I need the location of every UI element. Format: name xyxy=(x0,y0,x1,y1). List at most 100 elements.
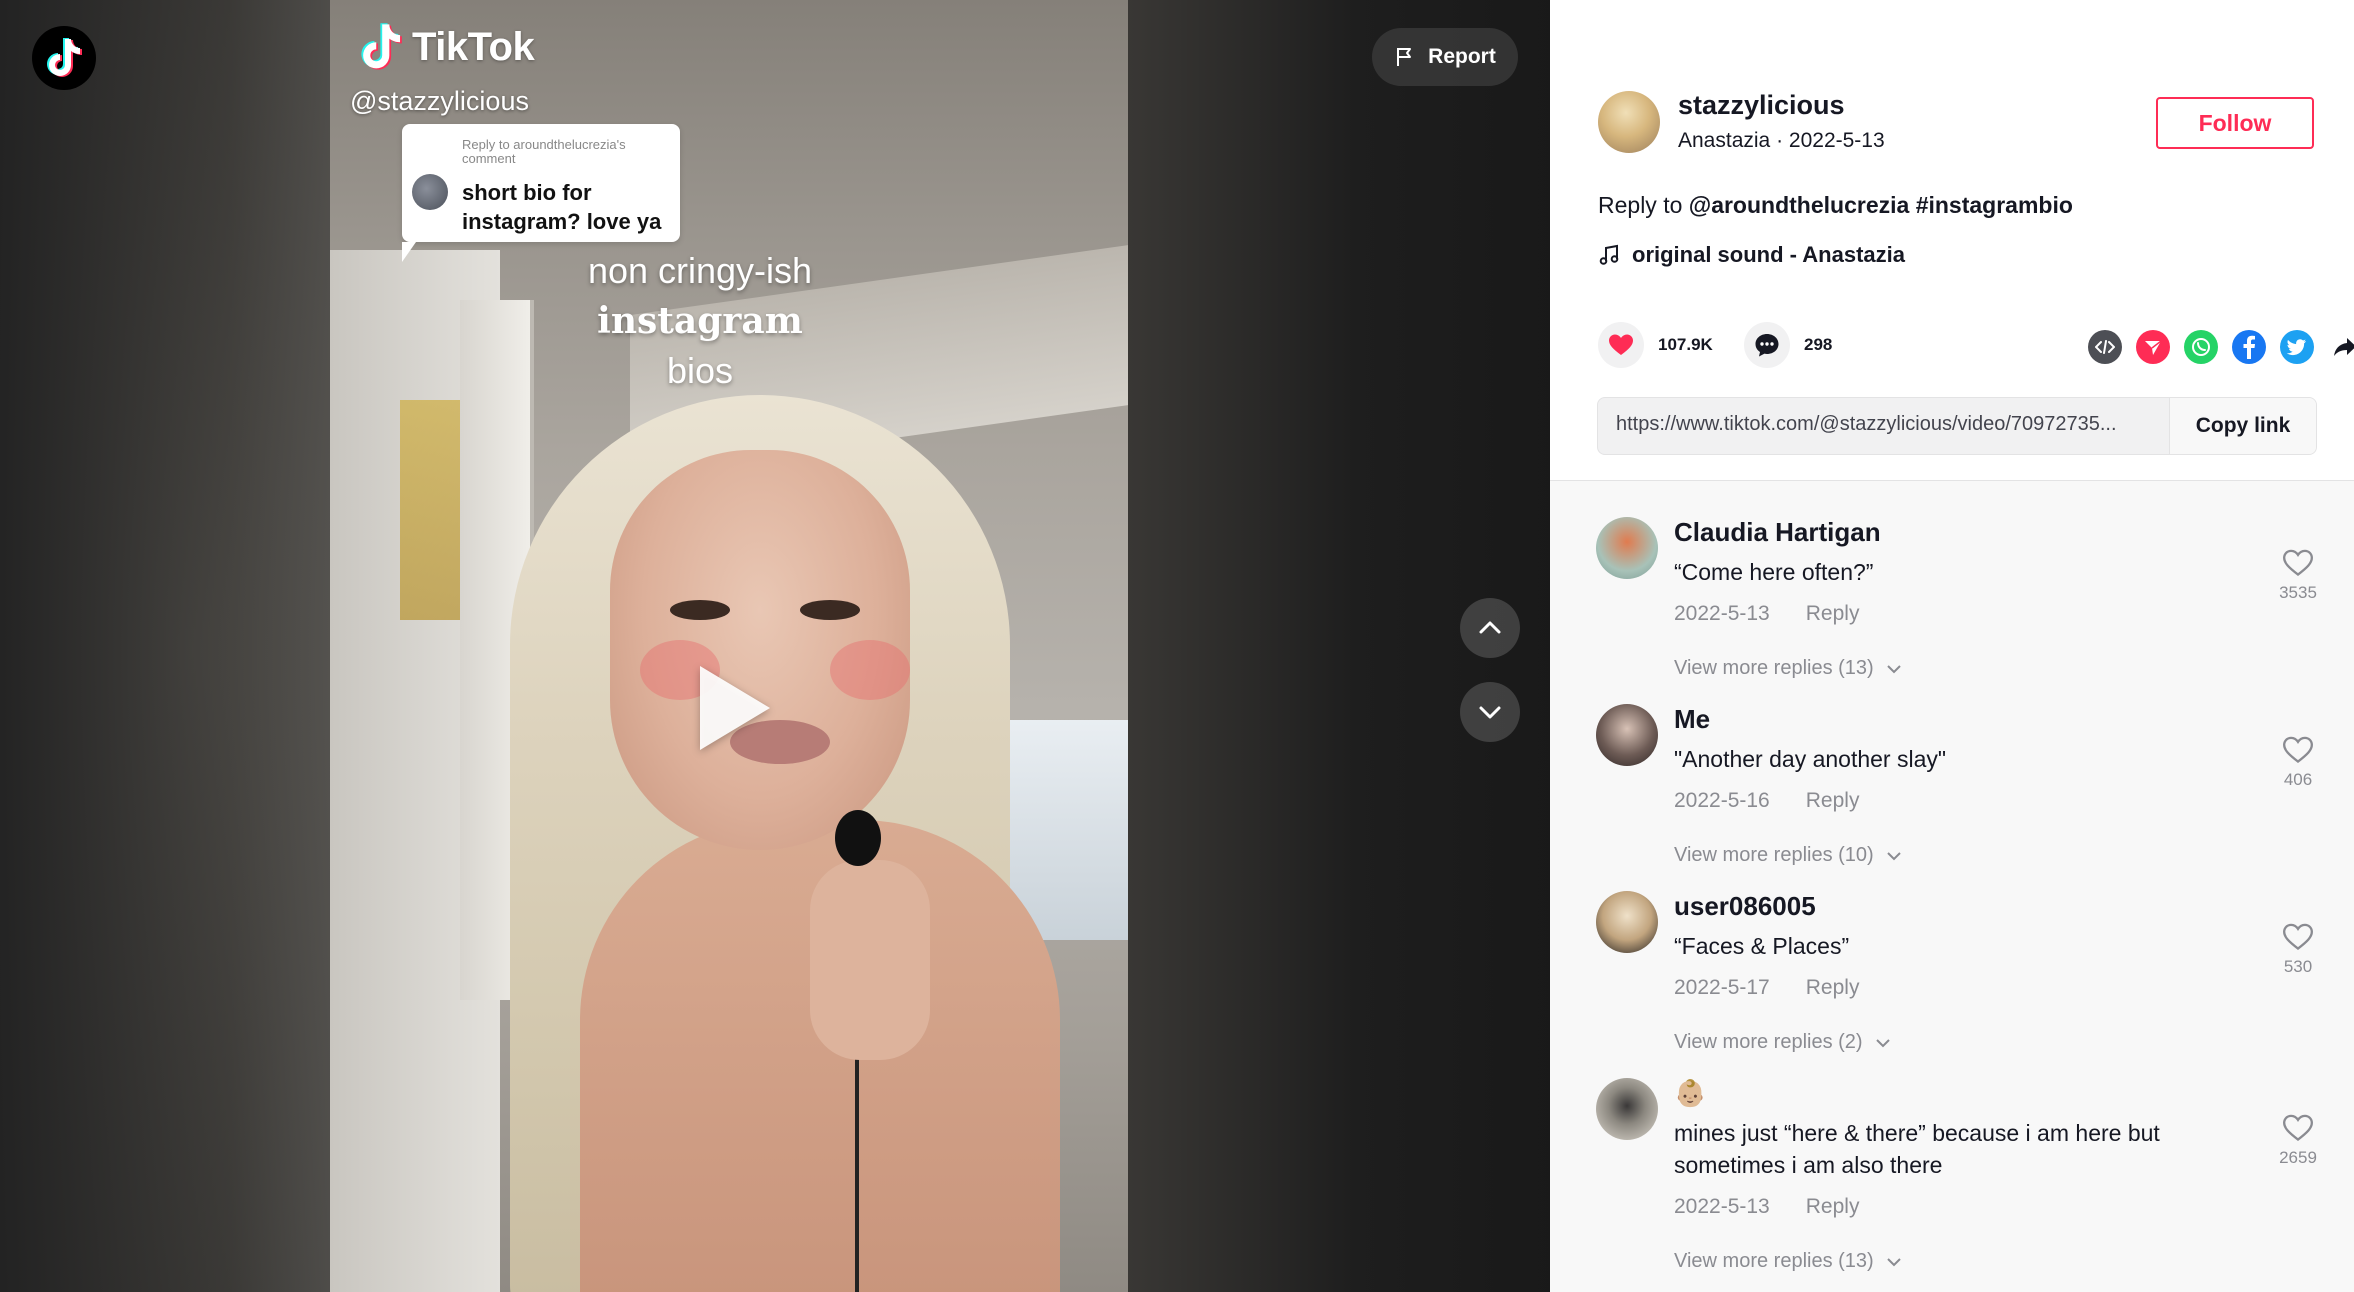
commenter-name[interactable]: Me xyxy=(1674,704,2204,735)
video-player[interactable]: TikTok @stazzylicious Reply to aroundthe… xyxy=(330,0,1128,1292)
view-more-replies[interactable]: View more replies (13) xyxy=(1674,657,1902,680)
watermark-logo: TikTok xyxy=(358,22,535,72)
commenter-name[interactable]: 👶🏼 xyxy=(1674,1078,2204,1109)
report-label: Report xyxy=(1428,45,1496,68)
copy-link-button[interactable]: Copy link xyxy=(2169,398,2316,454)
reply-comment-bubble: Reply to aroundthelucrezia's comment sho… xyxy=(402,124,680,262)
chevron-down-icon xyxy=(1887,851,1901,860)
author-block[interactable]: stazzylicious Anastazia · 2022-5-13 xyxy=(1598,90,1885,153)
heart-outline-icon[interactable] xyxy=(2283,1114,2313,1142)
play-icon[interactable] xyxy=(700,666,770,750)
heart-outline-icon[interactable] xyxy=(2283,923,2313,951)
previous-video-button[interactable] xyxy=(1460,598,1520,658)
author-username[interactable]: stazzylicious xyxy=(1678,90,1885,121)
view-more-label: View more replies (13) xyxy=(1674,657,1874,679)
commenter-avatar[interactable] xyxy=(1596,1078,1658,1140)
tiktok-logo-icon[interactable] xyxy=(32,26,96,90)
comment-text: “Faces & Places” xyxy=(1674,933,1850,959)
send-to-friends-icon[interactable] xyxy=(2136,330,2170,364)
heart-icon xyxy=(1609,334,1633,355)
comment-date: 2022-5-13 xyxy=(1674,602,1770,625)
comment-text: "Another day another slay" xyxy=(1674,746,1947,772)
chevron-up-icon xyxy=(1479,621,1501,634)
like-count: 107.9K xyxy=(1658,335,1713,354)
comment-date: 2022-5-16 xyxy=(1674,789,1770,812)
comment-like[interactable]: 406 xyxy=(2268,736,2328,790)
chevron-down-icon xyxy=(1875,1038,1890,1047)
chevron-down-icon xyxy=(1887,664,1901,673)
comment-like-count: 2659 xyxy=(2279,1148,2317,1167)
like-button[interactable] xyxy=(1598,322,1644,368)
comment-text: mines just “here & there” because i am h… xyxy=(1674,1120,2160,1178)
flag-icon xyxy=(1397,48,1412,66)
music-link[interactable]: original sound - Anastazia xyxy=(1598,242,1905,268)
comment-button[interactable] xyxy=(1744,322,1790,368)
caption-hashtag[interactable]: #instagrambio xyxy=(1916,192,2073,218)
commenter-avatar[interactable] xyxy=(1596,704,1658,766)
video-person-eye xyxy=(800,600,860,620)
view-more-replies[interactable]: View more replies (13) xyxy=(1674,1250,1902,1273)
video-caption-overlay: non cringy-ish instagram bios xyxy=(460,246,940,396)
music-title: original sound - Anastazia xyxy=(1632,242,1905,267)
music-note-icon xyxy=(1599,244,1619,265)
chevron-down-icon xyxy=(1887,1257,1901,1266)
dot-separator: · xyxy=(1776,129,1789,152)
blurred-background-left xyxy=(0,0,330,1292)
view-more-label: View more replies (13) xyxy=(1674,1250,1874,1272)
video-link-field[interactable]: https://www.tiktok.com/@stazzylicious/vi… xyxy=(1616,413,2156,436)
caption-prefix: Reply to xyxy=(1598,192,1683,218)
reply-button[interactable]: Reply xyxy=(1806,976,1860,1000)
like-action[interactable]: 107.9K xyxy=(1598,322,1713,368)
video-stage: TikTok @stazzylicious Reply to aroundthe… xyxy=(0,0,1550,1292)
comment-bubble-icon xyxy=(1755,334,1779,357)
watermark-handle: @stazzylicious xyxy=(350,86,529,116)
reply-button[interactable]: Reply xyxy=(1806,602,1860,626)
post-date: 2022-5-13 xyxy=(1788,129,1885,152)
comment-list[interactable]: Claudia Hartigan “Come here often?” 2022… xyxy=(1550,481,2354,1292)
embed-icon[interactable] xyxy=(2088,330,2122,364)
video-person-cheek xyxy=(830,640,910,700)
reply-button[interactable]: Reply xyxy=(1806,1195,1860,1219)
view-more-label: View more replies (10) xyxy=(1674,844,1874,866)
commenter-name[interactable]: user086005 xyxy=(1674,891,2204,922)
commenter-avatar[interactable] xyxy=(1596,891,1658,953)
view-more-replies[interactable]: View more replies (2) xyxy=(1674,1031,1891,1054)
reply-bubble-text: short bio for instagram? love ya xyxy=(462,180,662,234)
commenter-name[interactable]: Claudia Hartigan xyxy=(1674,517,2204,548)
facebook-icon[interactable] xyxy=(2232,330,2266,364)
next-video-button[interactable] xyxy=(1460,682,1520,742)
share-arrow-icon[interactable] xyxy=(2328,330,2354,364)
overlay-line-3: bios xyxy=(666,350,734,391)
comment-like[interactable]: 3535 xyxy=(2268,549,2328,603)
twitter-icon[interactable] xyxy=(2280,330,2314,364)
overlay-line-2: instagram xyxy=(597,300,803,342)
follow-button[interactable]: Follow xyxy=(2156,97,2314,149)
comment-like[interactable]: 2659 xyxy=(2268,1114,2328,1168)
author-avatar[interactable] xyxy=(1598,90,1660,153)
caption-mention[interactable]: @aroundthelucrezia xyxy=(1689,192,1910,218)
comment-like-count: 530 xyxy=(2283,957,2313,976)
heart-outline-icon[interactable] xyxy=(2283,549,2313,577)
reply-button[interactable]: Reply xyxy=(1806,789,1860,813)
commenter-avatar[interactable] xyxy=(1596,517,1658,579)
video-caption: Reply to @aroundthelucrezia #instagrambi… xyxy=(1598,192,2073,219)
author-subline: Anastazia · 2022-5-13 xyxy=(1678,129,1885,153)
comment-action[interactable]: 298 xyxy=(1744,322,1832,368)
overlay-line-1: non cringy-ish xyxy=(587,250,813,291)
comment-like-count: 3535 xyxy=(2279,583,2317,602)
report-button[interactable]: Report xyxy=(1372,28,1518,86)
comment-date: 2022-5-17 xyxy=(1674,976,1770,999)
whatsapp-icon[interactable] xyxy=(2184,330,2218,364)
comment-like[interactable]: 530 xyxy=(2268,923,2328,977)
heart-outline-icon[interactable] xyxy=(2283,736,2313,764)
view-more-replies[interactable]: View more replies (10) xyxy=(1674,844,1902,867)
copy-link-bar: https://www.tiktok.com/@stazzylicious/vi… xyxy=(1597,397,2317,455)
reply-bubble-avatar xyxy=(412,174,448,210)
chevron-down-icon xyxy=(1479,706,1501,719)
comment-like-count: 406 xyxy=(2283,770,2313,789)
reply-bubble-heading: Reply to aroundthelucrezia's comment xyxy=(462,137,626,166)
video-person-eye xyxy=(670,600,730,620)
comment-date: 2022-5-13 xyxy=(1674,1195,1770,1218)
author-nickname: Anastazia xyxy=(1678,129,1771,152)
watermark-brand: TikTok xyxy=(412,24,535,69)
